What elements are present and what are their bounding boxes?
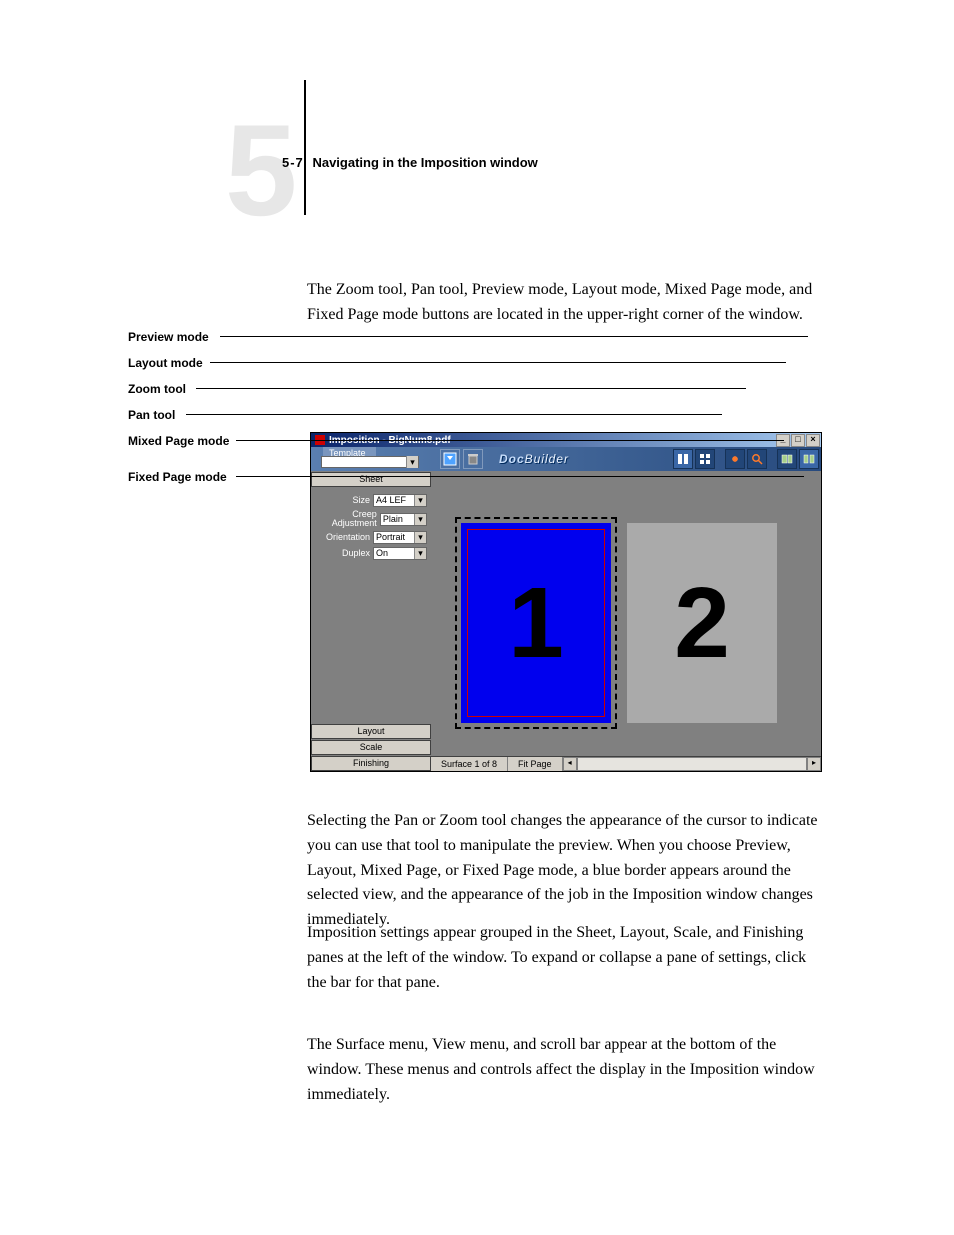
running-title: Navigating in the Imposition window — [312, 155, 537, 170]
scrollbar-track[interactable] — [577, 757, 807, 771]
view-menu[interactable]: Fit Page — [508, 757, 563, 771]
statusbar: Surface 1 of 8 Fit Page ◂ ▸ — [431, 756, 821, 771]
body-paragraph: The Zoom tool, Pan tool, Preview mode, L… — [307, 278, 829, 328]
callout-layout-mode: Layout mode — [128, 356, 203, 370]
duplex-combo[interactable]: On — [373, 547, 427, 560]
callout-fixed-page-mode: Fixed Page mode — [128, 470, 227, 484]
size-combo[interactable]: A4 LEF — [373, 494, 427, 507]
preview-canvas[interactable]: 1 2 — [431, 471, 821, 771]
body-paragraph: Selecting the Pan or Zoom tool changes t… — [307, 809, 829, 933]
layout-pane-bar[interactable]: Layout — [311, 724, 431, 739]
duplex-label: Duplex — [342, 549, 370, 558]
callout-pan-tool: Pan tool — [128, 408, 175, 422]
settings-panel: Sheet Size A4 LEF Creep Adjustment Plain… — [311, 471, 431, 771]
callout-zoom-tool: Zoom tool — [128, 382, 186, 396]
callout-mixed-page-mode: Mixed Page mode — [128, 434, 229, 448]
orientation-label: Orientation — [326, 533, 370, 542]
body-paragraph: The Surface menu, View menu, and scroll … — [307, 1033, 829, 1107]
scroll-right-button[interactable]: ▸ — [807, 757, 821, 771]
scale-pane-bar[interactable]: Scale — [311, 740, 431, 755]
creep-label: Creep Adjustment — [315, 510, 377, 528]
surface-menu[interactable]: Surface 1 of 8 — [431, 757, 508, 771]
header-rule — [304, 80, 306, 215]
scroll-left-button[interactable]: ◂ — [563, 757, 577, 771]
page-thumb-1[interactable]: 1 — [461, 523, 611, 723]
finishing-pane-bar[interactable]: Finishing — [311, 756, 431, 771]
size-label: Size — [352, 496, 370, 505]
creep-combo[interactable]: Plain — [380, 513, 427, 526]
page-number: 1 — [508, 573, 564, 673]
callout-preview-mode: Preview mode — [128, 330, 209, 344]
page-thumb-2[interactable]: 2 — [627, 523, 777, 723]
page-label: 5-7 — [282, 155, 308, 170]
running-header: 5-7 Navigating in the Imposition window — [282, 154, 538, 172]
page-number: 2 — [674, 573, 730, 673]
orientation-combo[interactable]: Portrait — [373, 531, 427, 544]
imposition-window: Imposition - BigNum8.pdf _ □ × Template … — [310, 432, 822, 772]
body-paragraph: Imposition settings appear grouped in th… — [307, 921, 829, 995]
figure-callouts: Preview mode Layout mode Zoom tool Pan t… — [128, 330, 828, 480]
